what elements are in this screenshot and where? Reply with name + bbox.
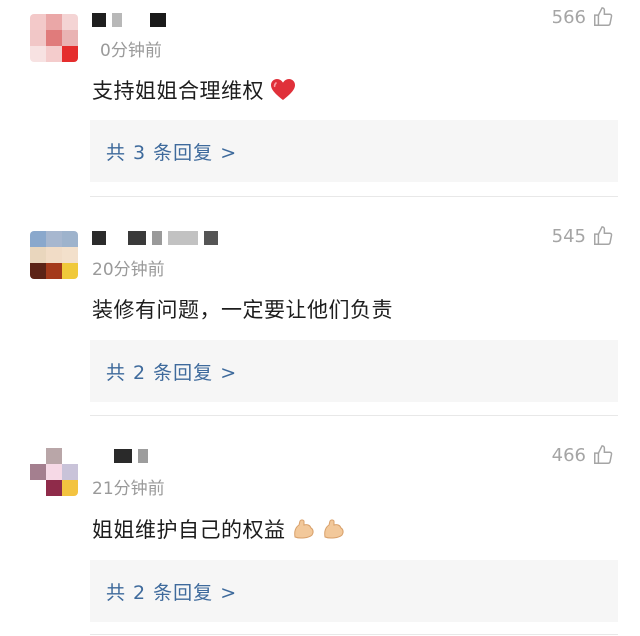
- view-replies-button[interactable]: 共 2 条回复 >: [90, 340, 618, 402]
- like-count: 545: [551, 225, 586, 247]
- avatar-pixel: [30, 448, 46, 464]
- like-count: 466: [551, 444, 586, 466]
- thumbs-up-icon: [594, 445, 613, 464]
- view-replies-button[interactable]: 共 3 条回复 >: [90, 120, 618, 182]
- avatar-pixel: [30, 480, 46, 496]
- avatar-pixel: [46, 46, 62, 62]
- comment-text: 装修有问题，一定要让他们负责: [92, 298, 393, 322]
- avatar-pixel: [46, 14, 62, 30]
- comment-time: 20分钟前: [92, 260, 165, 280]
- comment-text-row: 姐姐维护自己的权益: [92, 514, 346, 544]
- avatar-pixel: [62, 14, 78, 30]
- username-redacted[interactable]: [92, 448, 148, 464]
- comment-text: 姐姐维护自己的权益: [92, 518, 286, 542]
- username-redacted[interactable]: [92, 12, 166, 28]
- avatar-pixel: [30, 30, 46, 46]
- avatar-pixel: [46, 231, 62, 247]
- avatar-pixel: [46, 480, 62, 496]
- avatar-pixel: [62, 231, 78, 247]
- thumbs-up-icon: [594, 7, 613, 26]
- avatar-pixel: [46, 30, 62, 46]
- avatar-pixel: [30, 247, 46, 263]
- username-redacted[interactable]: [92, 230, 218, 246]
- flexed-biceps-icon: [323, 519, 344, 539]
- avatar[interactable]: [30, 231, 78, 279]
- comment-time: 0分钟前: [100, 41, 162, 61]
- like-count: 566: [551, 6, 586, 28]
- avatar-pixel: [62, 480, 78, 496]
- avatar-pixel: [62, 448, 78, 464]
- divider: [90, 196, 618, 197]
- comment-text: 支持姐姐合理维权: [92, 79, 264, 103]
- avatar-pixel: [62, 30, 78, 46]
- heart-icon: [271, 79, 295, 100]
- like-button[interactable]: 545: [552, 225, 614, 247]
- avatar-pixel: [46, 263, 62, 279]
- avatar-pixel: [30, 464, 46, 480]
- avatar-pixel: [30, 46, 46, 62]
- flexed-biceps-icon: [293, 519, 314, 539]
- view-replies-button[interactable]: 共 2 条回复 >: [90, 560, 618, 622]
- avatar[interactable]: [30, 14, 78, 62]
- like-button[interactable]: 566: [552, 6, 614, 28]
- avatar-pixel: [30, 263, 46, 279]
- avatar-pixel: [30, 231, 46, 247]
- avatar-pixel: [62, 263, 78, 279]
- avatar-pixel: [46, 464, 62, 480]
- comment-text-row: 装修有问题，一定要让他们负责: [92, 294, 393, 324]
- avatar-pixel: [62, 46, 78, 62]
- avatar-pixel: [46, 448, 62, 464]
- comment-text-row: 支持姐姐合理维权: [92, 75, 296, 105]
- thumbs-up-icon: [594, 226, 613, 245]
- avatar-pixel: [62, 464, 78, 480]
- comment-time: 21分钟前: [92, 479, 165, 499]
- avatar-pixel: [46, 247, 62, 263]
- avatar[interactable]: [30, 448, 78, 496]
- avatar-pixel: [62, 247, 78, 263]
- divider: [90, 634, 618, 635]
- avatar-pixel: [30, 14, 46, 30]
- like-button[interactable]: 466: [552, 444, 614, 466]
- divider: [90, 415, 618, 416]
